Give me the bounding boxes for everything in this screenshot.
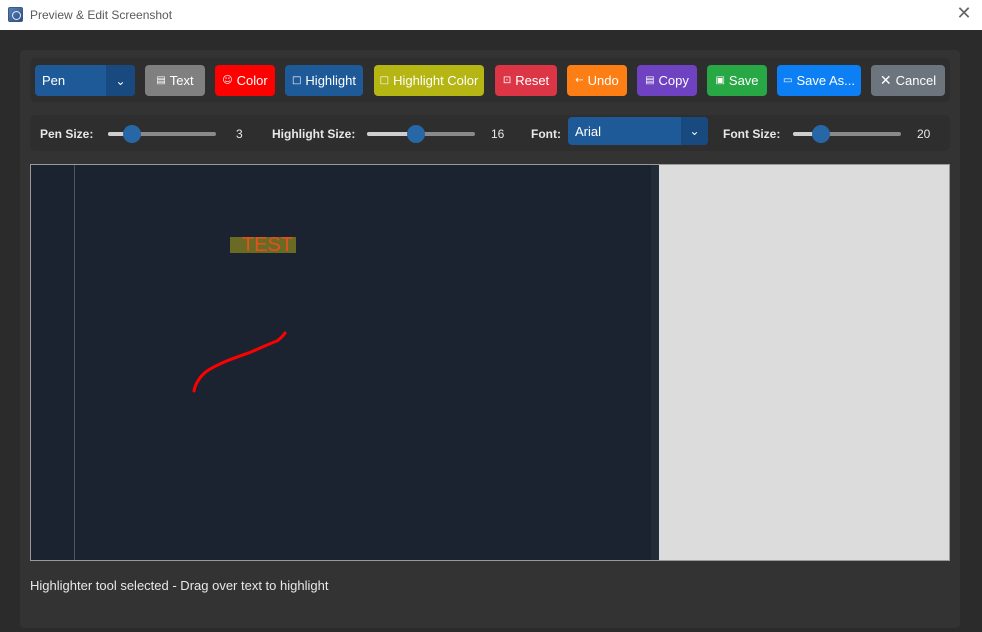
reset-icon: ⊡: [502, 74, 512, 86]
title-bar: Preview & Edit Screenshot ✕: [0, 0, 982, 30]
pen-stroke: [192, 331, 287, 393]
mode-dropdown[interactable]: Pen ⌄: [35, 65, 135, 96]
mode-dropdown-value: Pen: [42, 73, 66, 88]
highlight-color-button[interactable]: □ Highlight Color: [374, 65, 484, 96]
text-button[interactable]: ▤ Text: [145, 65, 205, 96]
save-button[interactable]: ▣ Save: [707, 65, 767, 96]
reset-button[interactable]: ⊡ Reset: [495, 65, 557, 96]
close-icon[interactable]: ✕: [956, 5, 972, 23]
close-icon: ✕: [879, 72, 892, 89]
highlight-size-slider-handle[interactable]: [406, 125, 425, 143]
screenshot-image[interactable]: TEST: [31, 165, 659, 560]
undo-button-label: Undo: [587, 73, 619, 88]
highlight-button-label: Highlight: [305, 73, 357, 88]
square-icon: □: [291, 74, 302, 86]
document-icon: ▤: [156, 74, 166, 86]
arrow-left-icon: ←: [575, 74, 584, 86]
pen-stroke-layer: [192, 331, 287, 393]
editor-panel: Pen ⌄ ▤ Text ☺ Color □ Highlight □ Highl…: [20, 50, 960, 628]
color-button-label: Color: [236, 73, 268, 88]
highlight-size-slider[interactable]: [367, 125, 475, 143]
reset-button-label: Reset: [515, 73, 550, 88]
highlight-color-button-label: Highlight Color: [393, 73, 479, 88]
copy-button-label: Copy: [658, 73, 689, 88]
floppy-icon: ▣: [715, 74, 725, 86]
font-size-value: 20: [917, 127, 931, 141]
square-icon: □: [379, 74, 390, 86]
app-icon: [8, 7, 23, 22]
status-bar: Highlighter tool selected - Drag over te…: [30, 578, 329, 593]
cancel-button[interactable]: ✕ Cancel: [871, 65, 945, 96]
window-body: Pen ⌄ ▤ Text ☺ Color □ Highlight □ Highl…: [0, 30, 982, 632]
pen-size-slider-handle[interactable]: [122, 125, 141, 143]
highlight-size-label: Highlight Size:: [272, 127, 356, 141]
pen-size-label: Pen Size:: [40, 127, 94, 141]
toolbar: Pen ⌄ ▤ Text ☺ Color □ Highlight □ Highl…: [30, 58, 950, 102]
chevron-down-icon[interactable]: ⌄: [106, 65, 135, 96]
highlight-button[interactable]: □ Highlight: [285, 65, 363, 96]
undo-button[interactable]: ← Undo: [567, 65, 627, 96]
pen-size-slider[interactable]: [108, 125, 216, 143]
font-size-label: Font Size:: [723, 127, 781, 141]
save-as-button[interactable]: ▭ Save As...: [777, 65, 861, 96]
font-size-slider[interactable]: [793, 125, 901, 143]
folder-icon: ▭: [783, 74, 793, 86]
drawing-canvas[interactable]: TEST: [30, 164, 950, 561]
font-label: Font:: [531, 127, 561, 141]
palette-icon: ☺: [222, 74, 233, 86]
color-button[interactable]: ☺ Color: [215, 65, 275, 96]
copy-button[interactable]: ▤ Copy: [637, 65, 697, 96]
chevron-down-icon[interactable]: ⌄: [681, 117, 708, 145]
highlight-size-value: 16: [491, 127, 505, 141]
settings-bar: Pen Size: 3 Highlight Size: 16 Font: Ari…: [30, 115, 950, 151]
cancel-button-label: Cancel: [895, 73, 937, 88]
clipboard-icon: ▤: [645, 74, 655, 86]
font-size-slider-handle[interactable]: [812, 125, 831, 143]
text-button-label: Text: [169, 73, 194, 88]
save-as-button-label: Save As...: [796, 73, 855, 88]
font-dropdown-value: Arial: [575, 123, 602, 139]
font-dropdown[interactable]: Arial ⌄: [568, 117, 708, 145]
window-title: Preview & Edit Screenshot: [30, 8, 173, 22]
pen-size-value: 3: [236, 127, 243, 141]
save-button-label: Save: [728, 73, 759, 88]
